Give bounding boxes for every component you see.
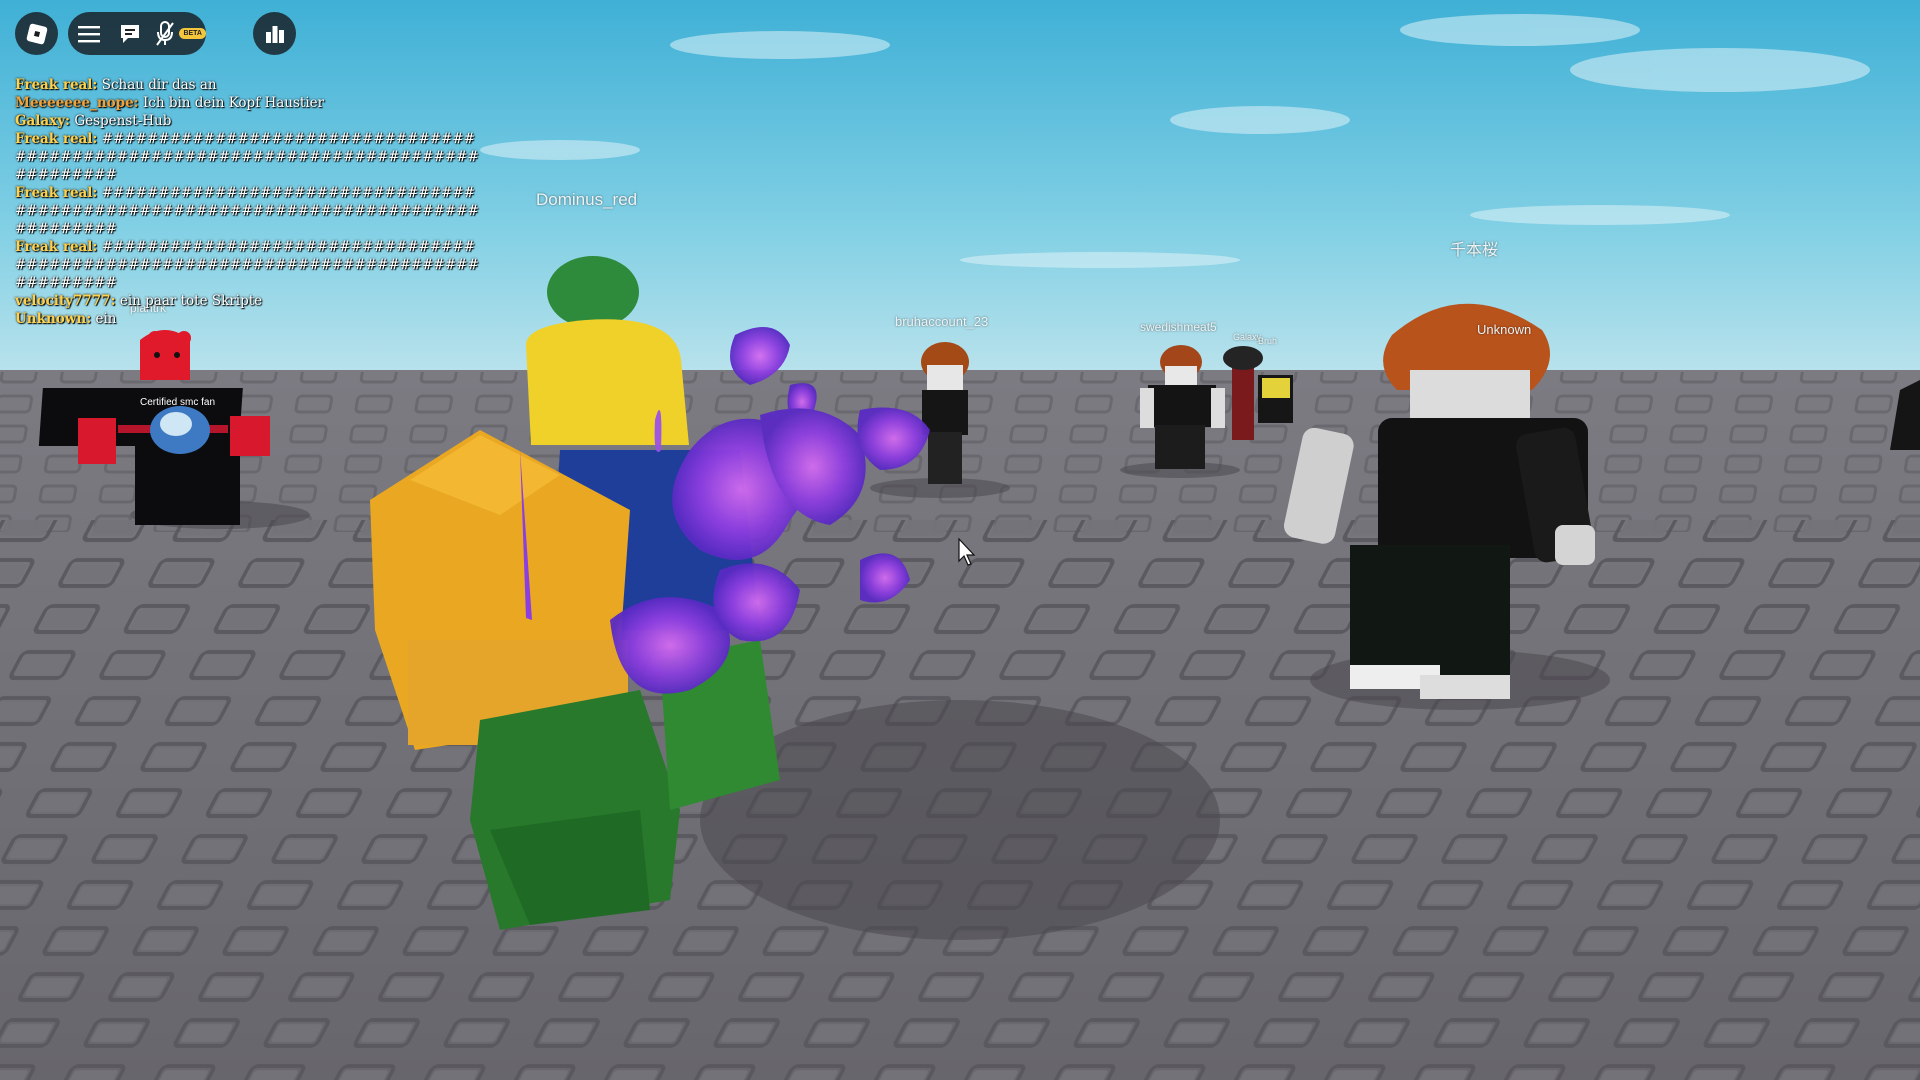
chat-bubble-icon[interactable] (109, 12, 150, 55)
chat-message: Freak real: ############################… (15, 238, 485, 292)
chat-text: Ich bin dein Kopf Haustier (138, 95, 325, 111)
chat-message: Unknown: ein (15, 310, 485, 328)
chat-author: Galaxy: (15, 113, 71, 129)
leaderboard-button[interactable] (253, 12, 296, 55)
roblox-menu-button[interactable] (15, 12, 58, 55)
chat-author: Freak real: (15, 185, 98, 201)
topbar-group: BETA (68, 12, 206, 55)
roblox-logo-icon[interactable] (15, 12, 58, 55)
chat-message: Freak real: Schau dir das an (15, 76, 485, 94)
chat-message: velocity7777: ein paar tote Skripte (15, 292, 485, 310)
chat-message: Galaxy: Gespenst-Hub (15, 112, 485, 130)
chat-message: Freak real: ############################… (15, 130, 485, 184)
chat-text: ein paar tote Skripte (115, 293, 263, 309)
chat-message: Meeeeeee_nope: Ich bin dein Kopf Haustie… (15, 94, 485, 112)
nametag-unknown: Unknown (1477, 322, 1532, 337)
chat-text: ein (91, 311, 117, 327)
avatar-shirt-text: Certified smc fan (140, 397, 215, 408)
chat-author: Unknown: (15, 311, 92, 327)
leaderboard-icon[interactable] (253, 12, 296, 55)
chat-author: Freak real: (15, 239, 98, 255)
chat-author: Freak real: (15, 77, 98, 93)
chat-author: velocity7777: (15, 293, 116, 309)
nametag-bruhaccount: bruhaccount_23 (895, 314, 989, 329)
chat-text: Gespenst-Hub (70, 113, 172, 129)
nametag-side: Bruh (1258, 336, 1278, 346)
chat-author: Freak real: (15, 131, 98, 147)
nametag-galaxy: Galaxy (1233, 332, 1262, 342)
chat-message: Freak real: ############################… (15, 184, 485, 238)
nametag-dominus: Dominus_red (536, 190, 638, 209)
nametag-swedishmeat: swedishmeat5 (1140, 320, 1217, 334)
hamburger-menu-icon[interactable] (68, 12, 109, 55)
chat-text: Schau dir das an (97, 77, 217, 93)
beta-badge: BETA (179, 28, 206, 39)
microphone-icon[interactable] (151, 12, 180, 55)
avatar-bruhaccount[interactable] (921, 342, 969, 484)
nametag-cherry: 千本桜 (1450, 240, 1499, 259)
chat-window[interactable]: Freak real: Schau dir das an Meeeeeee_no… (15, 76, 485, 328)
chat-author: Meeeeeee_nope: (15, 95, 139, 111)
